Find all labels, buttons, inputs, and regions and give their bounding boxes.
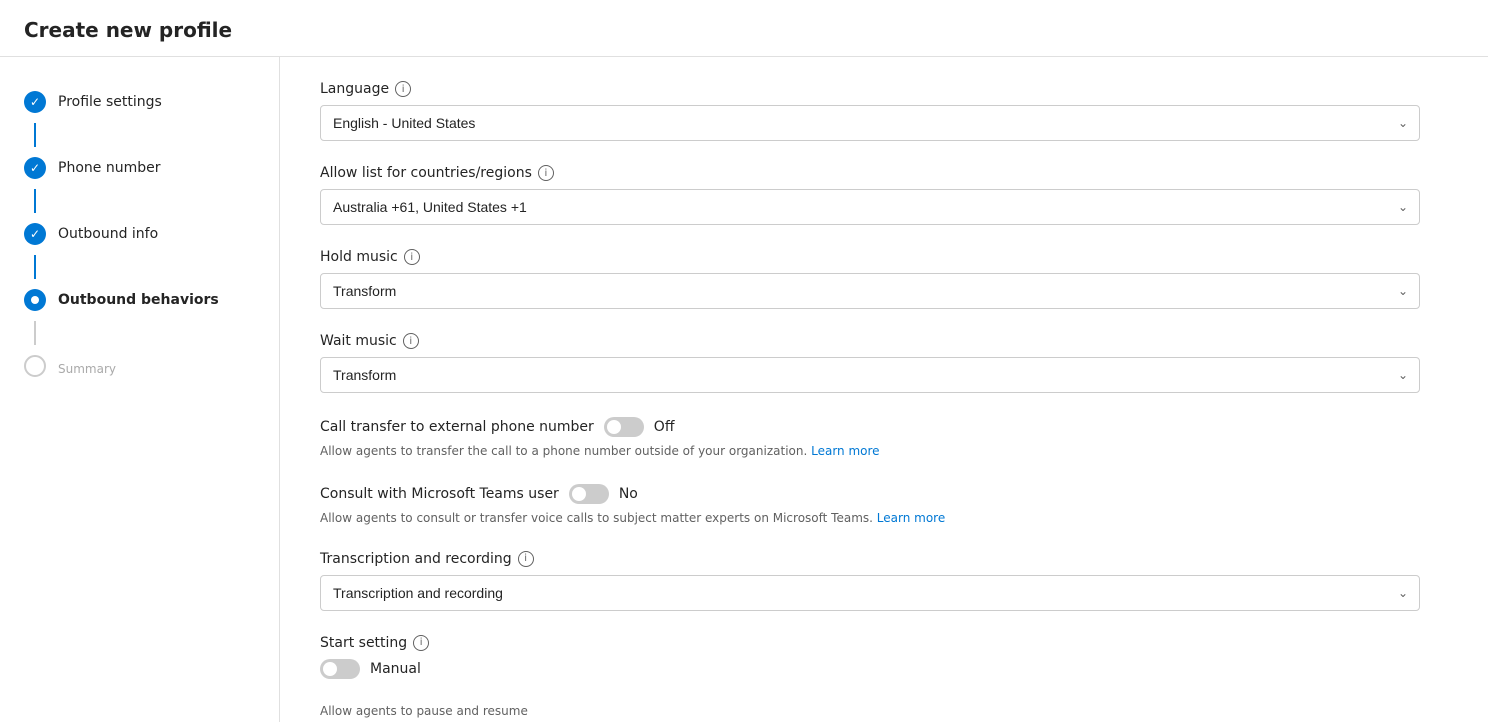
wait-music-select-wrapper: Transform Default Custom ⌄ [320, 357, 1420, 393]
sidebar-item-label-summary: Summary [58, 362, 116, 376]
step-connector-3 [34, 255, 36, 279]
start-setting-info-icon[interactable]: i [413, 635, 429, 651]
consult-teams-slider [569, 484, 609, 504]
transcription-info-icon[interactable]: i [518, 551, 534, 567]
call-transfer-toggle[interactable] [604, 417, 644, 437]
language-info-icon[interactable]: i [395, 81, 411, 97]
step-circle-outbound-info: ✓ [24, 223, 46, 245]
wait-music-info-icon[interactable]: i [403, 333, 419, 349]
allow-list-select-wrapper: Australia +61, United States +1 ⌄ [320, 189, 1420, 225]
consult-teams-toggle-row: Consult with Microsoft Teams user No [320, 484, 1420, 504]
wait-music-group: Wait music i Transform Default Custom ⌄ [320, 333, 1420, 393]
call-transfer-label: Call transfer to external phone number [320, 419, 594, 435]
sidebar: ✓ Profile settings ✓ Phone number ✓ Outb… [0, 57, 280, 722]
consult-teams-group: Consult with Microsoft Teams user No All… [320, 484, 1420, 527]
main-content: Language i English - United States Engli… [280, 57, 1488, 722]
allow-pause-group: Allow agents to pause and resume Yes [320, 703, 1420, 722]
start-setting-slider [320, 659, 360, 679]
wait-music-select[interactable]: Transform Default Custom [320, 357, 1420, 393]
sidebar-item-profile-settings[interactable]: ✓ Profile settings [0, 81, 279, 123]
language-group: Language i English - United States Engli… [320, 81, 1420, 141]
sidebar-item-label-outbound-behaviors: Outbound behaviors [58, 292, 219, 308]
language-label: Language i [320, 81, 1420, 97]
page-header: Create new profile [0, 0, 1488, 57]
language-select[interactable]: English - United States English - United… [320, 105, 1420, 141]
transcription-select[interactable]: Transcription and recording Transcriptio… [320, 575, 1420, 611]
call-transfer-state: Off [654, 419, 675, 435]
start-setting-toggle[interactable] [320, 659, 360, 679]
start-setting-toggle-row: Manual [320, 659, 1420, 679]
step-dot-icon [31, 296, 39, 304]
start-setting-state: Manual [370, 661, 421, 677]
consult-teams-label: Consult with Microsoft Teams user [320, 486, 559, 502]
step-circle-phone-number: ✓ [24, 157, 46, 179]
transcription-group: Transcription and recording i Transcript… [320, 551, 1420, 611]
step-circle-outbound-behaviors [24, 289, 46, 311]
consult-teams-toggle[interactable] [569, 484, 609, 504]
checkmark-icon-3: ✓ [30, 227, 40, 241]
allow-pause-description: Allow agents to pause and resume [320, 703, 1420, 720]
consult-teams-state: No [619, 486, 638, 502]
hold-music-group: Hold music i Transform Default Custom ⌄ [320, 249, 1420, 309]
transcription-label: Transcription and recording i [320, 551, 1420, 567]
allow-list-select[interactable]: Australia +61, United States +1 [320, 189, 1420, 225]
hold-music-select-wrapper: Transform Default Custom ⌄ [320, 273, 1420, 309]
sidebar-item-label-profile-settings: Profile settings [58, 94, 162, 110]
sidebar-item-label-phone-number: Phone number [58, 160, 160, 176]
step-circle-summary [24, 355, 46, 377]
form-section: Language i English - United States Engli… [320, 81, 1420, 722]
hold-music-select[interactable]: Transform Default Custom [320, 273, 1420, 309]
call-transfer-learn-more-link[interactable]: Learn more [811, 444, 879, 458]
sidebar-item-summary[interactable]: Summary [0, 345, 279, 387]
main-layout: ✓ Profile settings ✓ Phone number ✓ Outb… [0, 57, 1488, 722]
call-transfer-helper: Allow agents to transfer the call to a p… [320, 443, 1420, 460]
transcription-select-wrapper: Transcription and recording Transcriptio… [320, 575, 1420, 611]
start-setting-label: Start setting i [320, 635, 1420, 651]
checkmark-icon: ✓ [30, 95, 40, 109]
sidebar-item-label-outbound-info: Outbound info [58, 226, 158, 242]
sidebar-item-outbound-behaviors[interactable]: Outbound behaviors [0, 279, 279, 321]
language-select-wrapper: English - United States English - United… [320, 105, 1420, 141]
step-connector-4 [34, 321, 36, 345]
call-transfer-toggle-row: Call transfer to external phone number O… [320, 417, 1420, 437]
sidebar-item-outbound-info[interactable]: ✓ Outbound info [0, 213, 279, 255]
step-connector-2 [34, 189, 36, 213]
sidebar-item-phone-number[interactable]: ✓ Phone number [0, 147, 279, 189]
consult-teams-helper: Allow agents to consult or transfer voic… [320, 510, 1420, 527]
checkmark-icon-2: ✓ [30, 161, 40, 175]
hold-music-info-icon[interactable]: i [404, 249, 420, 265]
step-connector-1 [34, 123, 36, 147]
consult-teams-learn-more-link[interactable]: Learn more [877, 511, 945, 525]
allow-list-group: Allow list for countries/regions i Austr… [320, 165, 1420, 225]
step-circle-profile-settings: ✓ [24, 91, 46, 113]
start-setting-group: Start setting i Manual [320, 635, 1420, 679]
call-transfer-slider [604, 417, 644, 437]
allow-list-label: Allow list for countries/regions i [320, 165, 1420, 181]
call-transfer-group: Call transfer to external phone number O… [320, 417, 1420, 460]
page-title: Create new profile [24, 18, 1464, 42]
hold-music-label: Hold music i [320, 249, 1420, 265]
wait-music-label: Wait music i [320, 333, 1420, 349]
allow-list-info-icon[interactable]: i [538, 165, 554, 181]
